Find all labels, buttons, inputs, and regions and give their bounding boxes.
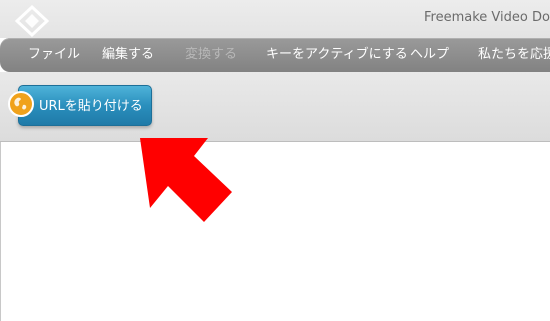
menu-edit[interactable]: 編集する xyxy=(102,38,154,72)
menu-support-us[interactable]: 私たちを応援し xyxy=(478,38,550,72)
menu-convert[interactable]: 変換する xyxy=(185,38,237,72)
freemake-logo-icon xyxy=(14,4,50,38)
app-window: Freemake Video Dow ファイル 編集する 変換する キーをアクテ… xyxy=(0,0,550,321)
menu-help[interactable]: ヘルプ xyxy=(410,38,449,72)
title-bar: Freemake Video Dow xyxy=(0,0,550,38)
window-title: Freemake Video Dow xyxy=(424,10,550,25)
red-arrow-icon xyxy=(140,138,232,222)
paste-url-button[interactable]: URLを貼り付ける xyxy=(18,85,152,126)
toolbar: URLを貼り付ける xyxy=(0,72,550,142)
menu-bar: ファイル 編集する 変換する キーをアクティブにする ヘルプ 私たちを応援し xyxy=(0,38,550,72)
globe-icon xyxy=(8,91,34,117)
menu-activate-key[interactable]: キーをアクティブにする xyxy=(266,38,408,72)
menu-file[interactable]: ファイル xyxy=(28,38,80,72)
paste-url-label: URLを貼り付ける xyxy=(39,99,143,114)
download-list-area[interactable] xyxy=(0,142,550,321)
